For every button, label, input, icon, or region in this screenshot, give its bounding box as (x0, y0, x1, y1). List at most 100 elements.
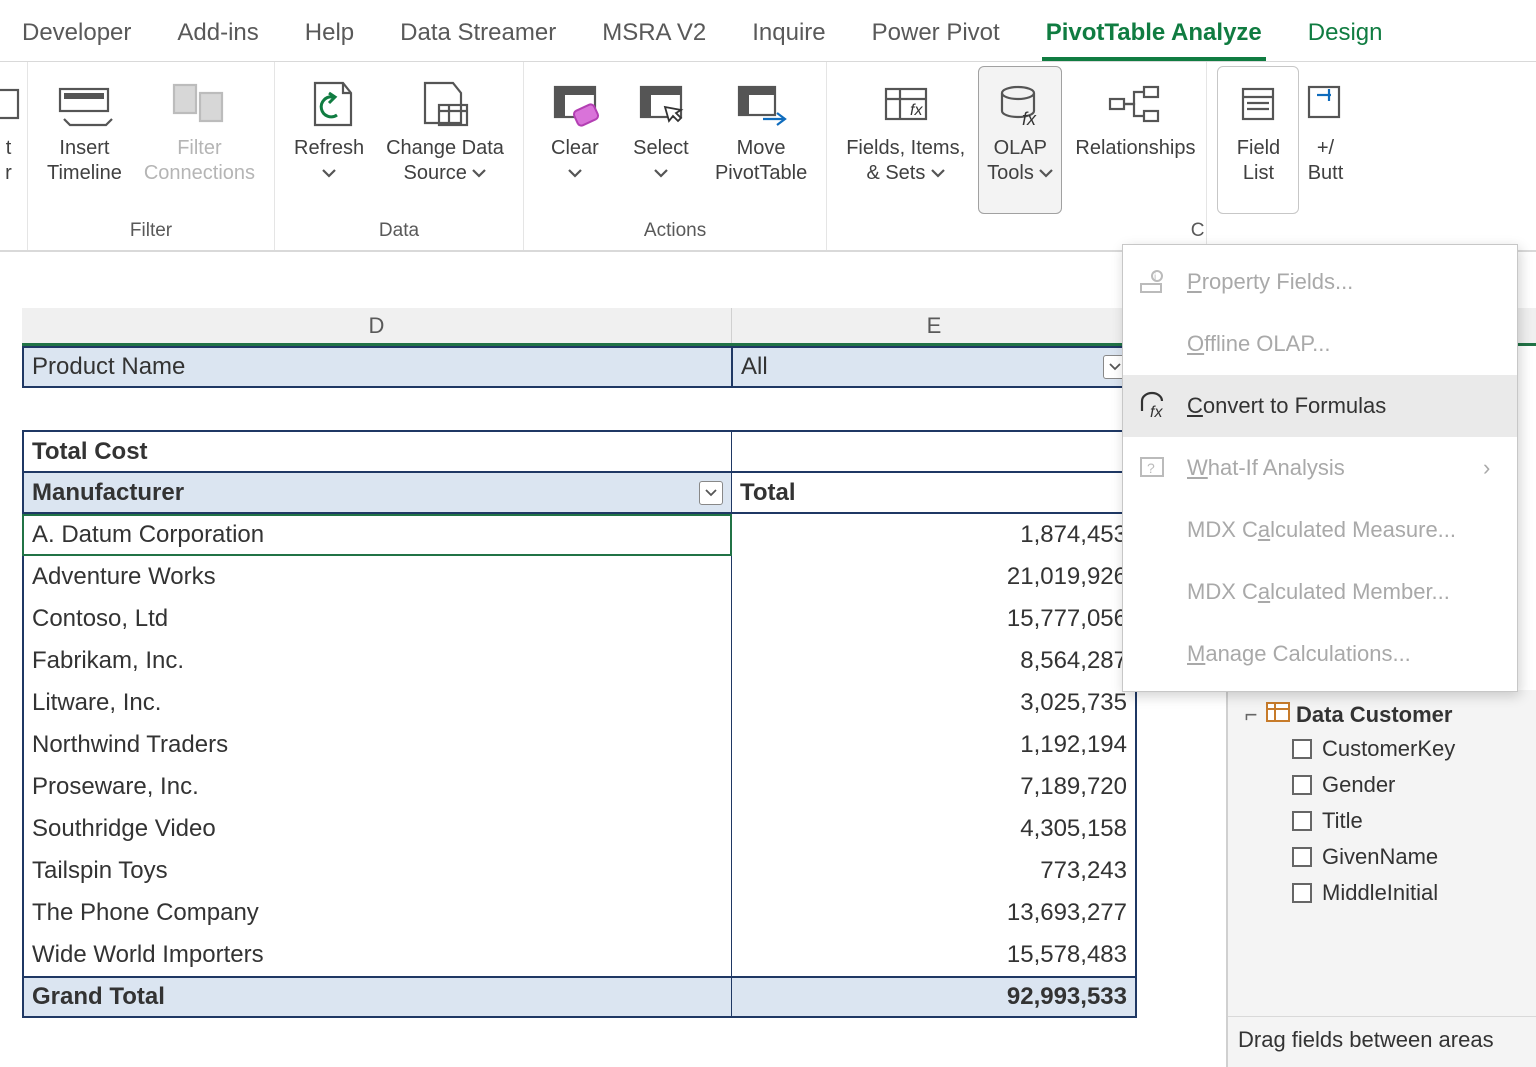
row-label-cell[interactable]: The Phone Company (22, 892, 732, 934)
page-filter-field[interactable]: Product Name (22, 346, 732, 388)
row-label-cell[interactable]: Southridge Video (22, 808, 732, 850)
page-filter-value[interactable]: All (732, 346, 1137, 388)
fields-items-sets-button[interactable]: fx Fields, Items,& Sets (837, 66, 974, 214)
row-label-cell[interactable]: Fabrikam, Inc. (22, 640, 732, 682)
grand-total-label[interactable]: Grand Total (22, 976, 732, 1018)
collapse-icon[interactable]: ⌐ (1242, 702, 1260, 728)
menu-item-label: Manage Calculations... (1187, 641, 1499, 667)
tab-add-ins[interactable]: Add-ins (173, 19, 262, 61)
row-value-cell[interactable]: 21,019,926 (732, 556, 1137, 598)
menu-item: Manage Calculations... (1123, 623, 1517, 685)
ribbon-group-show: FieldList +/Butt (1207, 62, 1357, 250)
tab-help[interactable]: Help (301, 19, 358, 61)
timeline-icon (52, 77, 116, 133)
insert-slicer-button-partial[interactable]: tr (0, 66, 20, 214)
field-list-button[interactable]: FieldList (1217, 66, 1299, 214)
tab-power-pivot[interactable]: Power Pivot (868, 19, 1004, 61)
chevron-down-icon (551, 161, 599, 186)
ribbon-group-data: Refresh Change DataSource Data (275, 62, 524, 250)
row-value-cell[interactable]: 15,578,483 (732, 934, 1137, 976)
chevron-down-icon (633, 161, 689, 186)
menu-item: iProperty Fields... (1123, 251, 1517, 313)
row-value-cell[interactable]: 13,693,277 (732, 892, 1137, 934)
value-label-empty[interactable] (732, 430, 1137, 472)
filter-connections-icon (167, 77, 231, 133)
refresh-button[interactable]: Refresh (285, 66, 373, 214)
row-label-cell[interactable]: Tailspin Toys (22, 850, 732, 892)
row-label-cell[interactable]: Proseware, Inc. (22, 766, 732, 808)
plus-minus-icon (1305, 77, 1345, 133)
move-pivottable-button[interactable]: MovePivotTable (706, 66, 816, 214)
tab-design[interactable]: Design (1304, 19, 1387, 61)
row-value-cell[interactable]: 4,305,158 (732, 808, 1137, 850)
tab-inquire[interactable]: Inquire (748, 19, 829, 61)
row-label-cell[interactable]: Adventure Works (22, 556, 732, 598)
row-field-header[interactable]: Manufacturer (22, 472, 732, 514)
field-item[interactable]: Title (1292, 808, 1528, 834)
column-total-header[interactable]: Total (732, 472, 1137, 514)
svg-text:?: ? (1147, 460, 1155, 476)
row-value-cell[interactable]: 7,189,720 (732, 766, 1137, 808)
fields-items-icon: fx (874, 77, 938, 133)
row-value-cell[interactable]: 1,874,453 (732, 514, 1137, 556)
tab-data-streamer[interactable]: Data Streamer (396, 19, 560, 61)
table-icon (1266, 702, 1290, 728)
column-header-d[interactable]: D (22, 308, 732, 343)
insert-timeline-button[interactable]: InsertTimeline (38, 66, 131, 214)
grand-total-value[interactable]: 92,993,533 (732, 976, 1137, 1018)
change-data-source-button[interactable]: Change DataSource (377, 66, 513, 214)
field-item[interactable]: GivenName (1292, 844, 1528, 870)
clear-button[interactable]: Clear (534, 66, 616, 214)
menu-item-label: MDX Calculated Member... (1187, 579, 1499, 605)
row-value-cell[interactable]: 773,243 (732, 850, 1137, 892)
menu-item[interactable]: fxConvert to Formulas (1123, 375, 1517, 437)
row-value-cell[interactable]: 8,564,287 (732, 640, 1137, 682)
ribbon-tabs: Developer Add-ins Help Data Streamer MSR… (0, 0, 1536, 62)
field-item[interactable]: CustomerKey (1292, 736, 1528, 762)
blank-icon (1135, 577, 1171, 607)
field-label: GivenName (1322, 844, 1438, 870)
plus-minus-buttons-button[interactable]: +/Butt (1303, 66, 1347, 214)
column-header-e[interactable]: E (732, 308, 1137, 343)
olap-tools-button[interactable]: fx OLAPTools (978, 66, 1062, 214)
row-field-dropdown[interactable] (699, 481, 723, 505)
menu-item-label: What-If Analysis (1187, 455, 1467, 481)
row-label-cell[interactable]: A. Datum Corporation (22, 514, 732, 556)
ribbon-group-label: Actions (644, 216, 706, 248)
row-value-cell[interactable]: 15,777,056 (732, 598, 1137, 640)
row-value-cell[interactable]: 3,025,735 (732, 682, 1137, 724)
info-icon: i (1135, 267, 1171, 297)
table-name: Data Customer (1296, 702, 1452, 728)
svg-text:fx: fx (910, 102, 923, 119)
chevron-down-icon (931, 161, 945, 186)
tab-pivottable-analyze[interactable]: PivotTable Analyze (1042, 19, 1266, 61)
row-value-cell[interactable]: 1,192,194 (732, 724, 1137, 766)
field-label: MiddleInitial (1322, 880, 1438, 906)
olap-tools-icon: fx (988, 77, 1052, 133)
tab-developer[interactable]: Developer (18, 19, 135, 61)
value-label-cell[interactable]: Total Cost (22, 430, 732, 472)
ribbon-group-filter: InsertTimeline FilterConnections Filter (28, 62, 275, 250)
checkbox-icon[interactable] (1292, 811, 1312, 831)
tab-msra-v2[interactable]: MSRA V2 (598, 19, 710, 61)
row-label-cell[interactable]: Contoso, Ltd (22, 598, 732, 640)
checkbox-icon[interactable] (1292, 739, 1312, 759)
row-label-cell[interactable]: Litware, Inc. (22, 682, 732, 724)
row-label-cell[interactable]: Wide World Importers (22, 934, 732, 976)
fx-icon: fx (1135, 391, 1171, 421)
checkbox-icon[interactable] (1292, 775, 1312, 795)
blank-icon (1135, 639, 1171, 669)
chevron-down-icon (472, 161, 486, 186)
select-button[interactable]: Select (620, 66, 702, 214)
relationships-button[interactable]: Relationships (1066, 66, 1204, 214)
field-label: Gender (1322, 772, 1395, 798)
field-item[interactable]: MiddleInitial (1292, 880, 1528, 906)
checkbox-icon[interactable] (1292, 847, 1312, 867)
field-item[interactable]: Gender (1292, 772, 1528, 798)
clear-icon (543, 77, 607, 133)
row-label-cell[interactable]: Northwind Traders (22, 724, 732, 766)
checkbox-icon[interactable] (1292, 883, 1312, 903)
menu-item-label: MDX Calculated Measure... (1187, 517, 1499, 543)
ribbon-group-label: Filter (130, 216, 172, 248)
field-label: Title (1322, 808, 1363, 834)
